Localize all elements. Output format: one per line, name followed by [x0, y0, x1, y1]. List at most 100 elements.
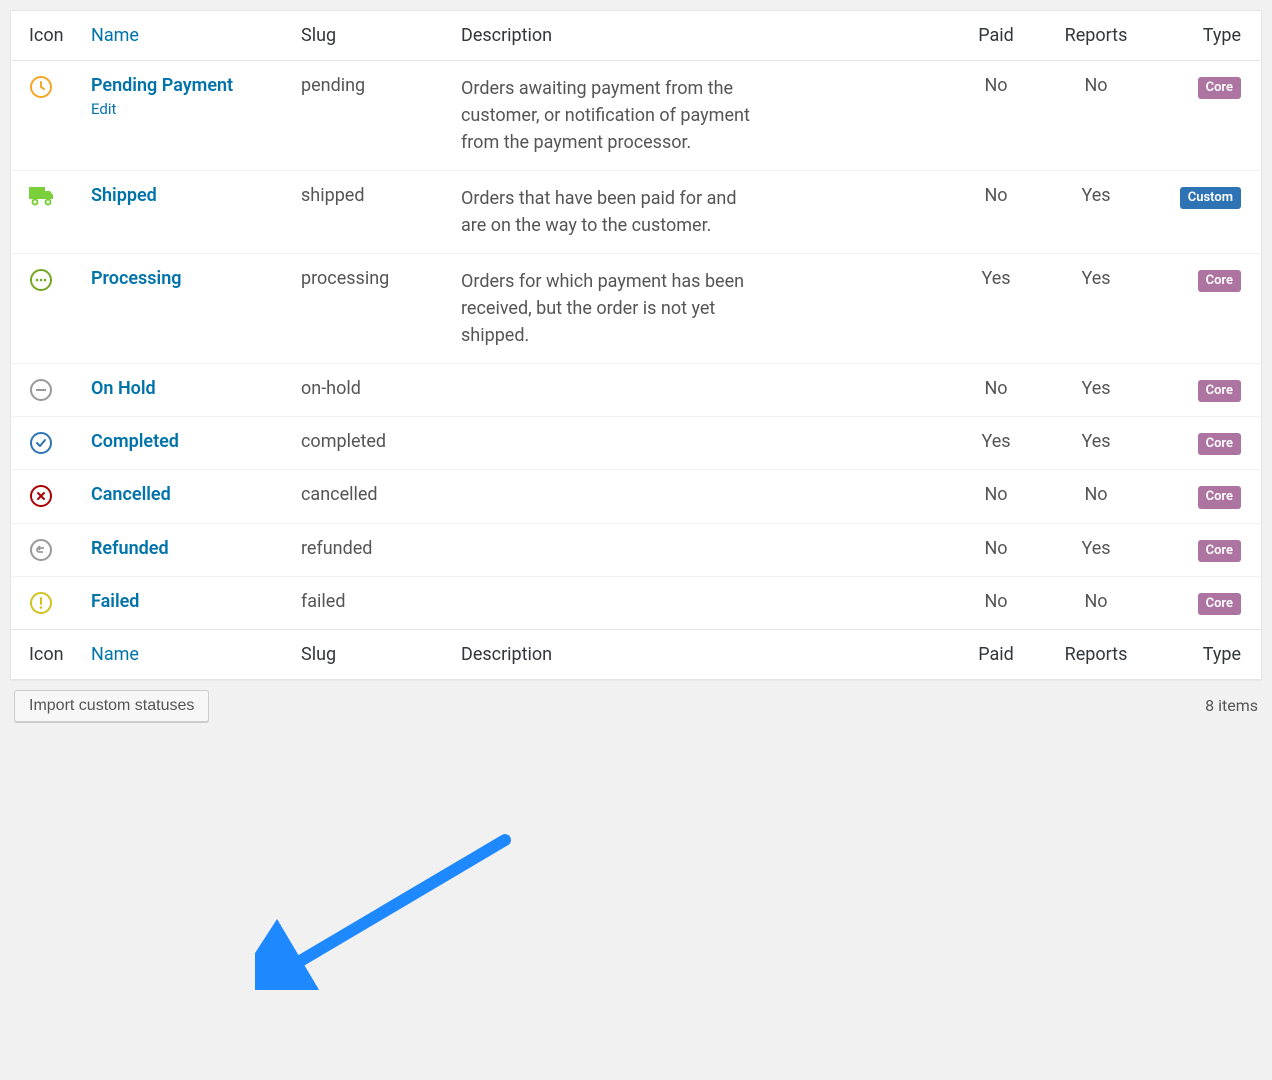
status-description: [451, 364, 951, 417]
status-paid: No: [951, 576, 1041, 629]
table-row: Pending Payment Edit pendingOrders awaitin…: [11, 61, 1261, 171]
status-description: Orders for which payment has been receiv…: [451, 254, 951, 364]
status-type: Core: [1151, 470, 1261, 523]
cross-icon: [11, 470, 81, 523]
status-name-link[interactable]: Completed: [91, 431, 179, 452]
col-footer-description: Description: [451, 629, 951, 679]
col-header-paid: Paid: [951, 11, 1041, 61]
status-name-cell: On Hold: [81, 364, 291, 417]
col-footer-name[interactable]: Name: [81, 629, 291, 679]
core-badge: Core: [1198, 380, 1241, 402]
core-badge: Core: [1198, 77, 1241, 99]
status-table-container: Icon Name Slug Description Paid Reports …: [10, 10, 1262, 680]
status-description: Orders awaiting payment from the custome…: [451, 61, 951, 171]
status-type: Core: [1151, 417, 1261, 470]
exclaim-icon: [11, 576, 81, 629]
status-description: [451, 417, 951, 470]
status-name-cell: Refunded: [81, 523, 291, 576]
truck-icon: [11, 171, 81, 254]
status-name-link[interactable]: On Hold: [91, 378, 156, 399]
status-paid: No: [951, 171, 1041, 254]
status-description: [451, 576, 951, 629]
status-description: [451, 523, 951, 576]
status-paid: Yes: [951, 254, 1041, 364]
status-type: Custom: [1151, 171, 1261, 254]
status-name-link[interactable]: Processing: [91, 268, 182, 289]
col-footer-paid: Paid: [951, 629, 1041, 679]
status-paid: No: [951, 523, 1041, 576]
status-name-cell: Cancelled: [81, 470, 291, 523]
status-reports: No: [1041, 61, 1151, 171]
refund-icon: [11, 523, 81, 576]
status-name-link[interactable]: Failed: [91, 591, 139, 612]
dots-icon: [11, 254, 81, 364]
table-row: Refunded refunded NoYes Core: [11, 523, 1261, 576]
status-slug: processing: [291, 254, 451, 364]
status-name-link[interactable]: Cancelled: [91, 484, 171, 505]
col-header-slug: Slug: [291, 11, 451, 61]
status-slug: pending: [291, 61, 451, 171]
status-reports: No: [1041, 470, 1151, 523]
status-type: Core: [1151, 576, 1261, 629]
status-type: Core: [1151, 61, 1261, 171]
core-badge: Core: [1198, 540, 1241, 562]
col-header-name[interactable]: Name: [81, 11, 291, 61]
check-icon: [11, 417, 81, 470]
table-header-row: Icon Name Slug Description Paid Reports …: [11, 11, 1261, 61]
status-reports: No: [1041, 576, 1151, 629]
status-reports: Yes: [1041, 364, 1151, 417]
table-row: On Holdon-holdNoYesCore: [11, 364, 1261, 417]
status-slug: cancelled: [291, 470, 451, 523]
table-row: Processing processingOrders for which pay…: [11, 254, 1261, 364]
status-type: Core: [1151, 364, 1261, 417]
table-row: Cancelled cancelled NoNo Core: [11, 470, 1261, 523]
table-row: FailedfailedNoNoCore: [11, 576, 1261, 629]
edit-link[interactable]: Edit: [91, 100, 116, 118]
status-table: Icon Name Slug Description Paid Reports …: [11, 11, 1261, 679]
status-type: Core: [1151, 523, 1261, 576]
status-name-link[interactable]: Pending Payment: [91, 75, 233, 96]
status-name-link[interactable]: Refunded: [91, 538, 169, 559]
status-name-cell: Failed: [81, 576, 291, 629]
items-count: 8 items: [1205, 696, 1258, 715]
core-badge: Core: [1198, 270, 1241, 292]
status-name-cell: Shipped: [81, 171, 291, 254]
status-paid: No: [951, 470, 1041, 523]
col-header-icon: Icon: [11, 11, 81, 61]
table-nav-bottom: Import custom statuses 8 items: [10, 680, 1262, 732]
status-reports: Yes: [1041, 171, 1151, 254]
status-description: Orders that have been paid for and are o…: [451, 171, 951, 254]
status-description: [451, 470, 951, 523]
clock-icon: [11, 61, 81, 171]
status-reports: Yes: [1041, 417, 1151, 470]
row-actions: Edit: [91, 100, 281, 118]
status-slug: refunded: [291, 523, 451, 576]
status-paid: No: [951, 61, 1041, 171]
core-badge: Core: [1198, 486, 1241, 508]
status-slug: shipped: [291, 171, 451, 254]
col-footer-reports: Reports: [1041, 629, 1151, 679]
status-paid: Yes: [951, 417, 1041, 470]
col-footer-type: Type: [1151, 629, 1261, 679]
annotation-arrow-icon: [255, 830, 515, 990]
col-header-reports: Reports: [1041, 11, 1151, 61]
status-slug: completed: [291, 417, 451, 470]
table-row: Completed completed YesYes Core: [11, 417, 1261, 470]
status-slug: on-hold: [291, 364, 451, 417]
import-custom-statuses-button[interactable]: Import custom statuses: [14, 690, 209, 722]
col-footer-icon: Icon: [11, 629, 81, 679]
custom-badge: Custom: [1180, 187, 1241, 209]
status-reports: Yes: [1041, 523, 1151, 576]
status-name-cell: Completed: [81, 417, 291, 470]
col-footer-slug: Slug: [291, 629, 451, 679]
col-header-description: Description: [451, 11, 951, 61]
core-badge: Core: [1198, 433, 1241, 455]
status-name-cell: Pending Payment Edit: [81, 61, 291, 171]
status-type: Core: [1151, 254, 1261, 364]
status-slug: failed: [291, 576, 451, 629]
status-name-cell: Processing: [81, 254, 291, 364]
minus-icon: [11, 364, 81, 417]
status-name-link[interactable]: Shipped: [91, 185, 157, 206]
table-row: Shipped shippedOrders that have been paid…: [11, 171, 1261, 254]
col-header-type: Type: [1151, 11, 1261, 61]
